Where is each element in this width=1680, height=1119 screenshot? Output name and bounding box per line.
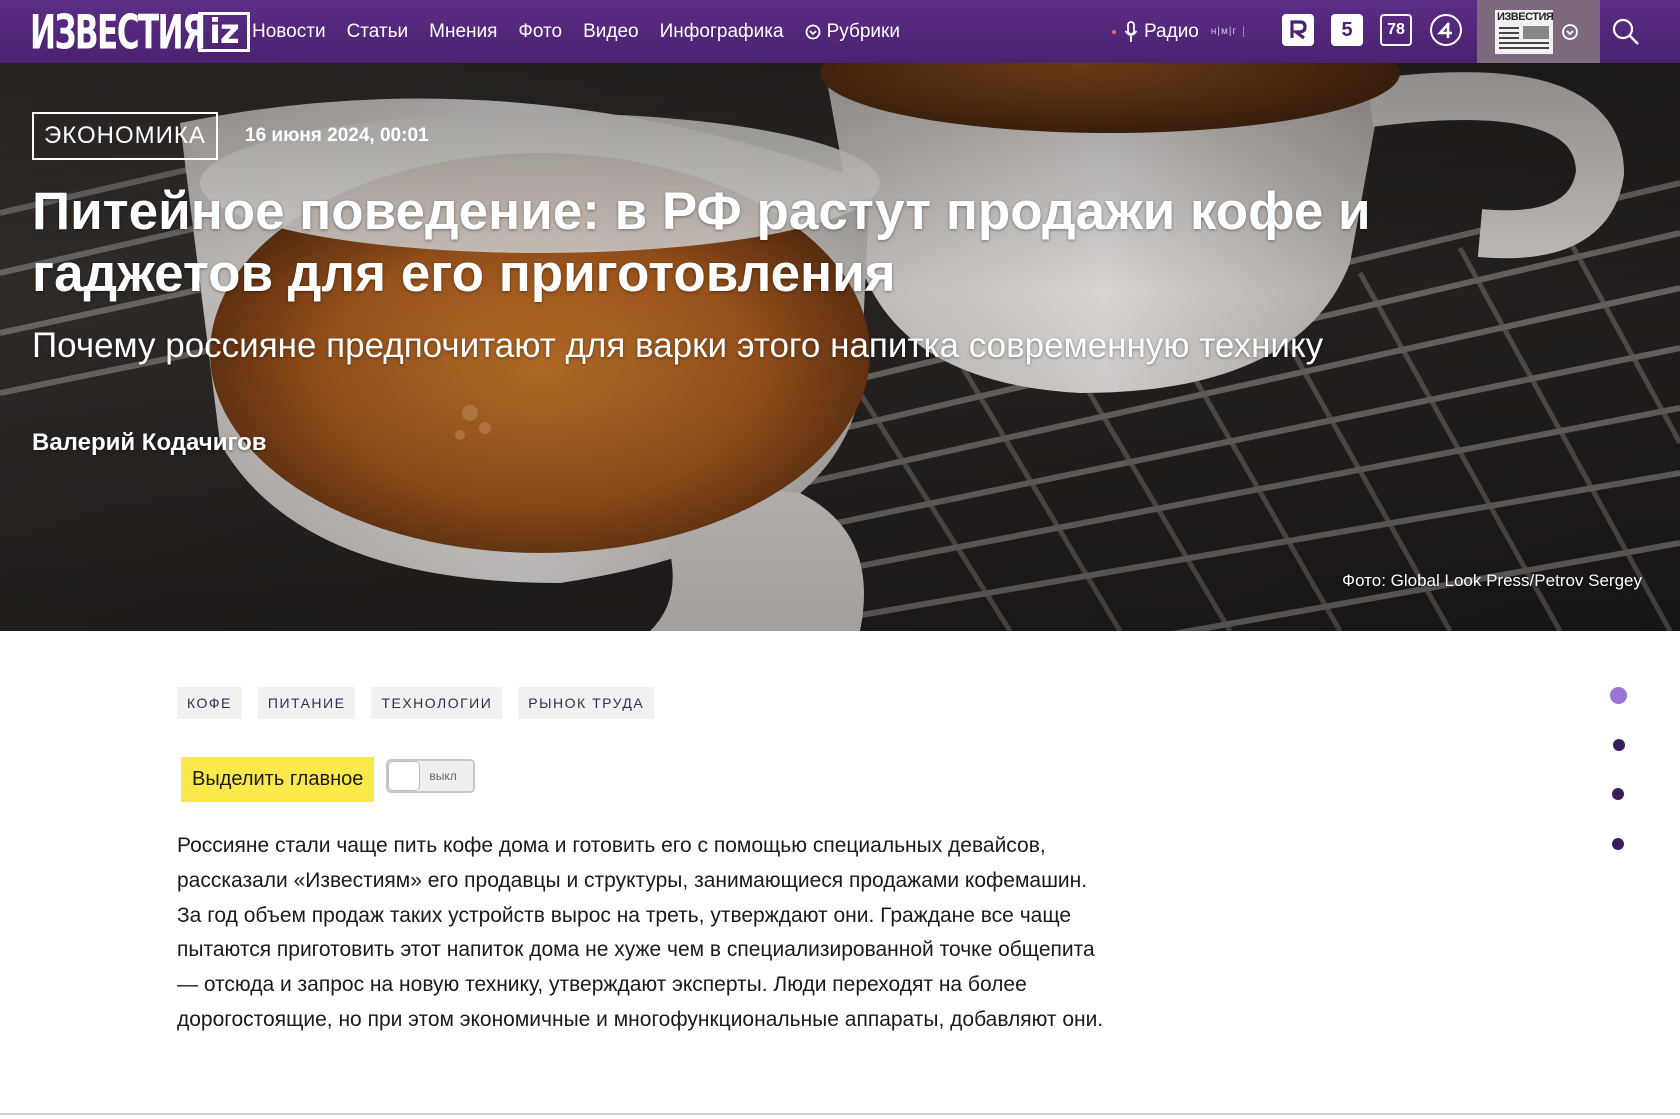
highlight-main-button[interactable]: Выделить главное bbox=[181, 757, 375, 802]
microphone-icon bbox=[1124, 20, 1138, 42]
channel-78-button[interactable]: 78 bbox=[1380, 14, 1412, 46]
top-navigation-bar: ИЗВЕСТИЯ iz Новости Статьи Мнения Фото В… bbox=[0, 0, 1680, 63]
rubric-badge[interactable]: ЭКОНОМИКА bbox=[32, 112, 218, 160]
progress-dot[interactable] bbox=[1612, 838, 1624, 850]
search-button[interactable] bbox=[1610, 16, 1642, 48]
channel-5-icon: 5 bbox=[1341, 18, 1353, 41]
radio-link[interactable]: Радио н|м|г bbox=[1112, 0, 1245, 63]
live-dot bbox=[1112, 29, 1116, 34]
article-date: 16 июня 2024, 00:01 bbox=[245, 125, 429, 146]
article-subtitle: Почему россияне предпочитают для варки э… bbox=[32, 326, 1324, 365]
chevron-circle-down-icon bbox=[805, 24, 820, 39]
newspaper-icon-title: ИЗВЕСТИЯ bbox=[1497, 10, 1554, 23]
logo-text: ИЗВЕСТИЯ bbox=[30, 4, 206, 60]
tag-nutrition[interactable]: ПИТАНИЕ bbox=[257, 687, 356, 719]
main-nav: Новости Статьи Мнения Фото Видео Инфогра… bbox=[252, 0, 921, 63]
nav-item-articles[interactable]: Статьи bbox=[347, 21, 409, 43]
tag-labor-market[interactable]: РЫНОК ТРУДА bbox=[518, 687, 655, 719]
article-headline: Питейное поведение: в РФ растут продажи … bbox=[32, 182, 1371, 303]
channel-4-button[interactable] bbox=[1430, 14, 1462, 46]
izvestia-logo[interactable]: ИЗВЕСТИЯ iz bbox=[30, 5, 250, 60]
article-author[interactable]: Валерий Кодачигов bbox=[32, 429, 267, 457]
highlight-controls: Выделить главное выкл bbox=[181, 757, 476, 802]
article-hero: ЭКОНОМИКА 16 июня 2024, 00:01 Питейное п… bbox=[0, 63, 1680, 631]
newspaper-icon: ИЗВЕСТИЯ bbox=[1495, 9, 1554, 54]
chevron-circle-down-icon bbox=[1562, 23, 1578, 40]
bottom-divider bbox=[0, 1113, 1680, 1115]
logo-iz-badge: iz bbox=[198, 12, 250, 52]
nav-item-video[interactable]: Видео bbox=[583, 21, 639, 43]
channel-5-button[interactable]: 5 bbox=[1331, 14, 1363, 46]
radio-frequency: н|м|г bbox=[1211, 26, 1245, 37]
channel-ren-tv-button[interactable] bbox=[1282, 14, 1314, 46]
ren-tv-icon bbox=[1290, 20, 1307, 40]
toggle-state-label: выкл bbox=[429, 768, 457, 783]
article-lead-paragraph: Россияне стали чаще пить кофе дома и гот… bbox=[177, 834, 1104, 1031]
progress-dot[interactable] bbox=[1613, 739, 1625, 751]
nav-item-photo[interactable]: Фото bbox=[518, 21, 562, 43]
search-icon bbox=[1612, 18, 1639, 45]
rubrics-label: Рубрики bbox=[826, 20, 900, 42]
radio-label: Радио bbox=[1144, 20, 1199, 42]
tag-list: КОФЕ ПИТАНИЕ ТЕХНОЛОГИИ РЫНОК ТРУДА bbox=[177, 687, 655, 719]
tag-technology[interactable]: ТЕХНОЛОГИИ bbox=[371, 687, 503, 719]
nav-item-news[interactable]: Новости bbox=[252, 21, 326, 43]
channel-4-icon bbox=[1437, 22, 1452, 38]
tag-coffee[interactable]: КОФЕ bbox=[177, 687, 242, 719]
progress-dot[interactable] bbox=[1612, 788, 1624, 800]
channel-78-icon: 78 bbox=[1387, 21, 1405, 38]
toggle-knob bbox=[388, 760, 421, 791]
nav-item-opinions[interactable]: Мнения bbox=[429, 21, 497, 43]
progress-dot-active[interactable] bbox=[1610, 687, 1627, 704]
highlight-toggle[interactable]: выкл bbox=[386, 758, 476, 793]
photo-credit: Фото: Global Look Press/Petrov Sergey bbox=[1342, 571, 1642, 590]
nav-item-infographics[interactable]: Инфографика bbox=[660, 21, 784, 43]
nav-item-rubrics[interactable]: Рубрики bbox=[805, 21, 900, 43]
newspaper-issue-button[interactable]: ИЗВЕСТИЯ bbox=[1477, 0, 1600, 63]
